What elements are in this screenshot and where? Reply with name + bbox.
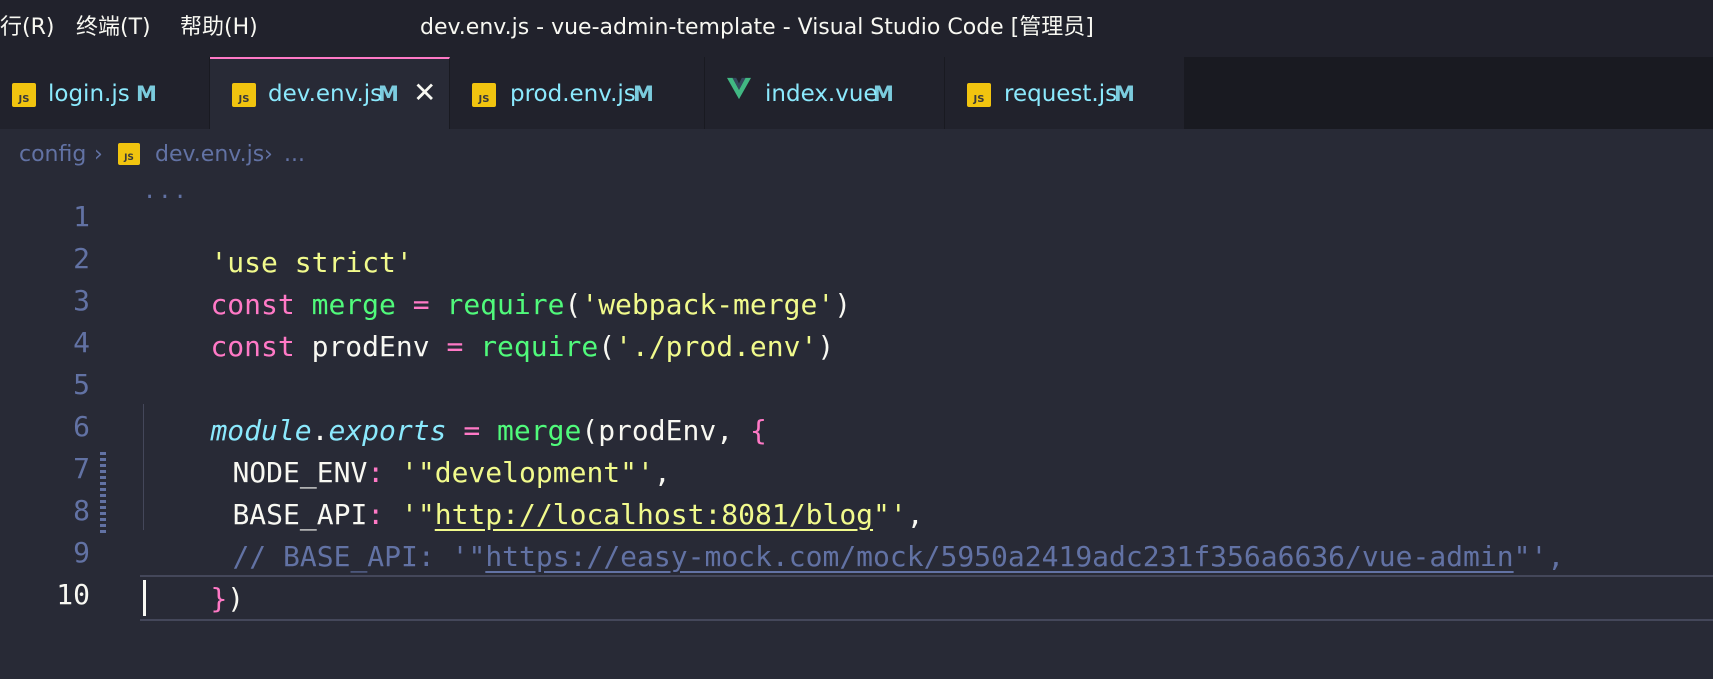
breadcrumb: config › JS dev.env.js › ... [0,129,1713,179]
modified-badge: M [873,82,894,106]
tab-index-vue[interactable]: index.vue M [705,57,945,129]
tab-label: login.js [48,81,130,107]
tab-prod-env-js[interactable]: JS prod.env.js M [450,57,705,129]
line-number: 8 [73,494,90,527]
tab-request-js[interactable]: JS request.js M [945,57,1185,129]
modified-badge: M [378,82,399,106]
chevron-right-icon: › [94,142,103,167]
modified-badge: M [633,82,654,106]
line-number: 1 [73,200,90,233]
window-title: dev.env.js - vue-admin-template - Visual… [420,15,1094,40]
chevron-right-icon: › [264,142,273,167]
tab-login-js[interactable]: JS login.js M [0,57,210,129]
comment: "', [1513,540,1565,573]
tab-label: index.vue [765,81,878,107]
vue-file-icon [727,77,751,100]
js-file-icon: JS [118,143,140,165]
function-name: require [480,330,599,363]
line-number: 5 [73,368,90,401]
url-link[interactable]: https://easy-mock.com/mock/5950a2419adc2… [485,540,1513,573]
js-file-icon: JS [232,83,256,107]
comment: // BASE_API: '" [232,540,486,573]
line-number: 3 [73,284,90,317]
tab-label: prod.env.js [510,81,636,107]
breadcrumb-file[interactable]: dev.env.js [155,141,264,169]
line-number: 6 [73,410,90,443]
menu-help[interactable]: 帮助(H) [180,14,258,42]
close-icon[interactable]: ✕ [413,78,436,108]
menu-terminal[interactable]: 终端(T) [76,14,151,42]
current-line-highlight [140,575,1713,621]
menu-run[interactable]: 行(R) [0,14,54,42]
text-cursor [143,580,146,616]
operator: = [446,330,464,363]
js-file-icon: JS [967,83,991,107]
variable: prodEnv [311,330,430,363]
git-modified-indicator [100,452,106,534]
string-literal: './prod.env' [615,330,818,363]
title-bar: 行(R) 终端(T) 帮助(H) dev.env.js - vue-admin-… [0,0,1713,57]
keyword: const [210,330,295,363]
tab-dev-env-js[interactable]: JS dev.env.js M ✕ [210,57,450,129]
js-file-icon: JS [472,83,496,107]
line-number: 9 [73,536,90,569]
editor-tab-bar: JS login.js M JS dev.env.js M ✕ JS prod.… [0,57,1713,129]
breadcrumb-folder[interactable]: config [19,141,86,169]
line-number: 4 [73,326,90,359]
modified-badge: M [136,82,157,106]
line-number: 2 [73,242,90,275]
tab-label: request.js [1004,81,1118,107]
breadcrumb-symbol[interactable]: ... [284,141,305,169]
line-number: 7 [73,452,90,485]
tab-label: dev.env.js [268,81,383,107]
line-number-current: 10 [56,578,90,611]
modified-badge: M [1114,82,1135,106]
js-file-icon: JS [12,83,36,107]
